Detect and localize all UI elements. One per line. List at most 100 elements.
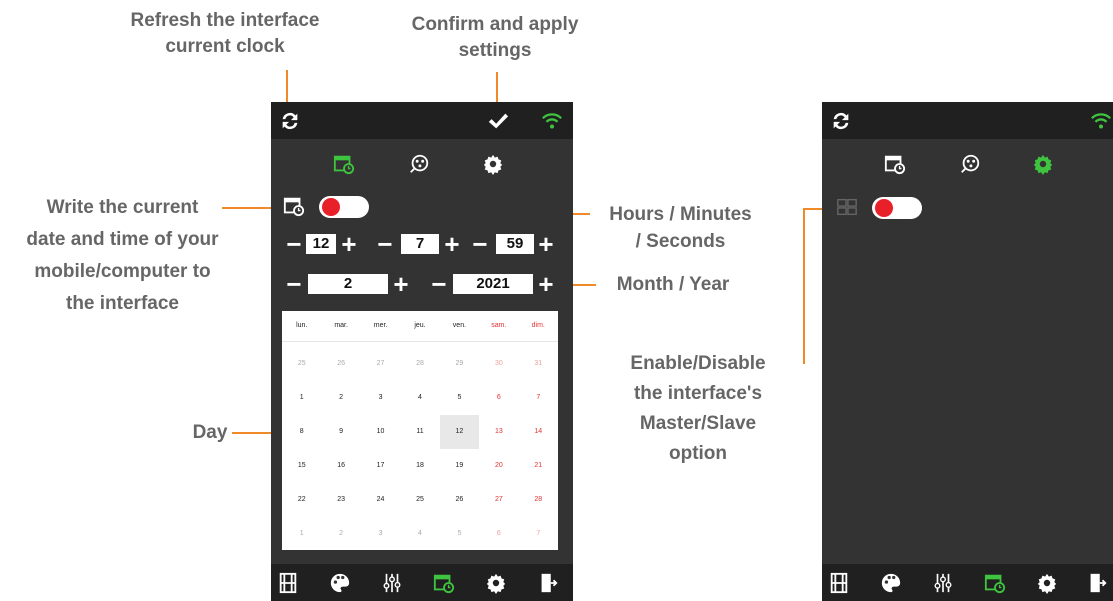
seconds-minus-button[interactable]: − (469, 231, 491, 257)
write-date-toggle[interactable] (319, 196, 369, 218)
weekday-header: jeu. (414, 322, 426, 329)
calendar-day[interactable]: 31 (519, 347, 558, 381)
calendar-day[interactable]: 26 (440, 483, 479, 517)
annotation-refresh: Refresh the interface current clock (130, 10, 320, 57)
calendar-day[interactable]: 27 (479, 483, 518, 517)
dmx-connector-icon[interactable] (957, 151, 983, 177)
calendar-day[interactable]: 14 (519, 415, 558, 449)
top-bar (822, 102, 1113, 139)
month-field[interactable]: 2 (308, 274, 388, 294)
calendar-clock-icon[interactable] (331, 151, 357, 177)
gear-icon[interactable] (483, 570, 509, 596)
calendar-day[interactable]: 5 (440, 381, 479, 415)
minutes-minus-button[interactable]: − (374, 231, 396, 257)
month-minus-button[interactable]: − (283, 271, 305, 297)
annotation-line (496, 72, 498, 106)
checkmark-icon[interactable] (485, 108, 511, 134)
hours-plus-button[interactable]: + (338, 231, 360, 257)
year-minus-button[interactable]: − (428, 271, 450, 297)
calendar-day[interactable]: 28 (400, 347, 439, 381)
calendar-day[interactable]: 5 (440, 517, 479, 551)
film-icon[interactable] (826, 570, 852, 596)
calendar-day[interactable]: 2 (321, 381, 360, 415)
calendar-day[interactable]: 21 (519, 449, 558, 483)
exit-icon[interactable] (535, 570, 561, 596)
dmx-connector-icon[interactable] (406, 151, 432, 177)
calendar-clock-icon[interactable] (431, 570, 457, 596)
calendar-day[interactable]: 3 (361, 381, 400, 415)
toggle-knob (322, 198, 340, 216)
calendar-day[interactable]: 10 (361, 415, 400, 449)
calendar-day[interactable]: 22 (282, 483, 321, 517)
weekday-header: ven. (452, 322, 467, 329)
calendar: lun. mar. mer. jeu. ven. sam. dim. 25 26 27 28 29 3… (282, 311, 558, 550)
calendar-day[interactable]: 12 (439, 415, 480, 449)
gear-icon[interactable] (480, 151, 506, 177)
calendar-day[interactable]: 11 (400, 415, 439, 449)
palette-icon[interactable] (327, 570, 353, 596)
calendar-day[interactable]: 18 (400, 449, 439, 483)
calendar-day[interactable]: 2 (321, 517, 360, 551)
calendar-clock-icon[interactable] (982, 570, 1008, 596)
calendar-day[interactable]: 20 (479, 449, 518, 483)
calendar-clock-icon (281, 193, 307, 219)
calendar-day[interactable]: 19 (440, 449, 479, 483)
calendar-day[interactable]: 23 (321, 483, 360, 517)
calendar-day[interactable]: 24 (361, 483, 400, 517)
annotation-month-year: Month / Year (616, 274, 730, 295)
annotation-line (286, 70, 288, 106)
calendar-clock-icon[interactable] (882, 151, 908, 177)
minutes-field[interactable]: 7 (401, 234, 439, 254)
calendar-day[interactable]: 4 (400, 381, 439, 415)
minutes-plus-button[interactable]: + (441, 231, 463, 257)
calendar-day[interactable]: 25 (282, 347, 321, 381)
calendar-day[interactable]: 3 (361, 517, 400, 551)
toggle-knob (875, 199, 893, 217)
year-field[interactable]: 2021 (453, 274, 533, 294)
calendar-day[interactable]: 7 (519, 381, 558, 415)
calendar-day[interactable]: 8 (282, 415, 321, 449)
gear-icon[interactable] (1030, 151, 1056, 177)
calendar-day[interactable]: 26 (321, 347, 360, 381)
annotation-confirm: Confirm and apply settings (411, 14, 579, 61)
calendar-day[interactable]: 1 (282, 381, 321, 415)
calendar-day[interactable]: 27 (361, 347, 400, 381)
calendar-day[interactable]: 1 (282, 517, 321, 551)
hours-minus-button[interactable]: − (283, 231, 305, 257)
calendar-day[interactable]: 6 (479, 517, 518, 551)
calendar-day[interactable]: 29 (440, 347, 479, 381)
refresh-icon[interactable] (828, 108, 854, 134)
calendar-day[interactable]: 7 (519, 517, 558, 551)
master-slave-icon (834, 194, 860, 220)
weekday-header: lun. (296, 322, 308, 329)
sliders-icon[interactable] (930, 570, 956, 596)
calendar-day[interactable]: 28 (519, 483, 558, 517)
calendar-day[interactable]: 30 (479, 347, 518, 381)
film-icon[interactable] (275, 570, 301, 596)
refresh-icon[interactable] (277, 108, 303, 134)
calendar-day[interactable]: 9 (321, 415, 360, 449)
calendar-day[interactable]: 6 (479, 381, 518, 415)
gear-icon[interactable] (1034, 570, 1060, 596)
annotation-hms: Hours / Minutes / Seconds (609, 204, 752, 252)
year-plus-button[interactable]: + (535, 271, 557, 297)
exit-icon[interactable] (1084, 570, 1110, 596)
calendar-day[interactable]: 16 (321, 449, 360, 483)
calendar-day[interactable]: 13 (479, 415, 518, 449)
calendar-day[interactable]: 15 (282, 449, 321, 483)
weekday-header: mar. (334, 322, 348, 329)
seconds-field[interactable]: 59 (496, 234, 534, 254)
seconds-plus-button[interactable]: + (535, 231, 557, 257)
hours-field[interactable]: 12 (306, 234, 336, 254)
calendar-day[interactable]: 17 (361, 449, 400, 483)
wifi-icon (1088, 108, 1113, 134)
wifi-icon (539, 108, 565, 134)
palette-icon[interactable] (878, 570, 904, 596)
left-screen: − 12 + − 7 + − 59 + − 2 + − 2021 + lun. m… (271, 102, 573, 601)
weekday-header: sam. (491, 322, 507, 329)
month-plus-button[interactable]: + (390, 271, 412, 297)
master-slave-toggle[interactable] (872, 197, 922, 219)
calendar-day[interactable]: 4 (400, 517, 439, 551)
calendar-day[interactable]: 25 (400, 483, 439, 517)
sliders-icon[interactable] (379, 570, 405, 596)
